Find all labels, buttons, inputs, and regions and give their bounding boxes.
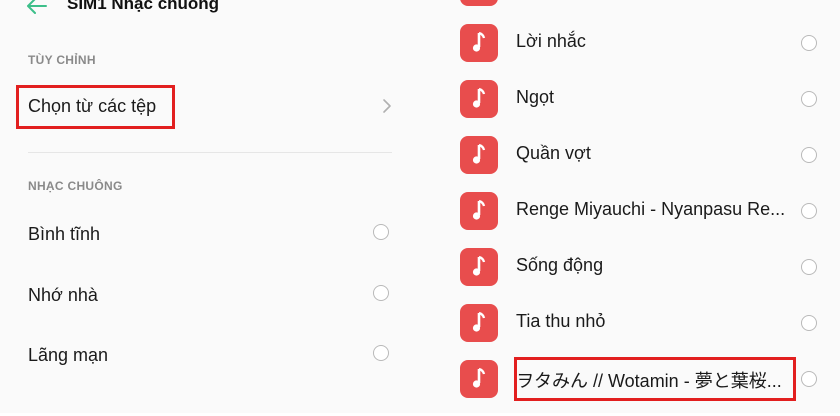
music-note-icon (460, 24, 498, 62)
radio-button[interactable] (373, 345, 389, 361)
ringtone-item[interactable]: Bình tĩnh (28, 224, 100, 245)
app-header: SIM1 Nhạc chuông (0, 0, 420, 24)
music-note-icon (460, 192, 498, 230)
radio-button[interactable] (801, 147, 817, 163)
song-item[interactable]: Sống động (420, 248, 840, 304)
ringtone-item[interactable]: Nhớ nhà (28, 285, 98, 306)
highlight-box (514, 357, 796, 401)
music-note-icon (460, 304, 498, 342)
song-item[interactable]: Lời nhắc (420, 24, 840, 80)
song-label: Ngọt (516, 87, 555, 107)
song-item[interactable]: Renge Miyauchi - Nyanpasu Re... (420, 192, 840, 248)
song-label: Tia thu nhỏ (516, 311, 606, 331)
music-note-icon (460, 360, 498, 398)
song-item[interactable]: Quần vợt (420, 136, 840, 192)
ringtone-item[interactable]: Lãng mạn (28, 345, 108, 366)
song-item[interactable]: Ngọt (420, 80, 840, 136)
custom-section-label: TÙY CHỈNH (28, 53, 96, 67)
back-arrow-icon[interactable] (24, 0, 48, 16)
radio-button[interactable] (373, 224, 389, 240)
chevron-right-icon (381, 98, 393, 114)
song-label: Lời nhắc (516, 31, 586, 51)
ringtone-settings-panel: SIM1 Nhạc chuông TÙY CHỈNH Chọn từ các t… (0, 0, 420, 413)
song-list-panel: Lời nhắc Ngọt Quần vợt Renge Miyauchi - … (420, 0, 840, 413)
page-title: SIM1 Nhạc chuông (67, 0, 220, 13)
song-label: Sống động (516, 255, 604, 275)
music-note-icon (460, 80, 498, 118)
divider (28, 152, 392, 153)
radio-button[interactable] (801, 371, 817, 387)
radio-button[interactable] (801, 91, 817, 107)
ringtone-section-label: NHẠC CHUÔNG (28, 179, 123, 193)
radio-button[interactable] (801, 315, 817, 331)
radio-button[interactable] (373, 285, 389, 301)
highlight-box (16, 85, 175, 129)
music-note-icon (460, 248, 498, 286)
radio-button[interactable] (801, 259, 817, 275)
music-note-icon (460, 0, 498, 6)
radio-button[interactable] (801, 35, 817, 51)
music-note-icon (460, 136, 498, 174)
song-label: Renge Miyauchi - Nyanpasu Re... (516, 199, 786, 219)
radio-button[interactable] (801, 203, 817, 219)
song-label: Quần vợt (516, 143, 591, 163)
song-item[interactable]: Tia thu nhỏ (420, 304, 840, 360)
